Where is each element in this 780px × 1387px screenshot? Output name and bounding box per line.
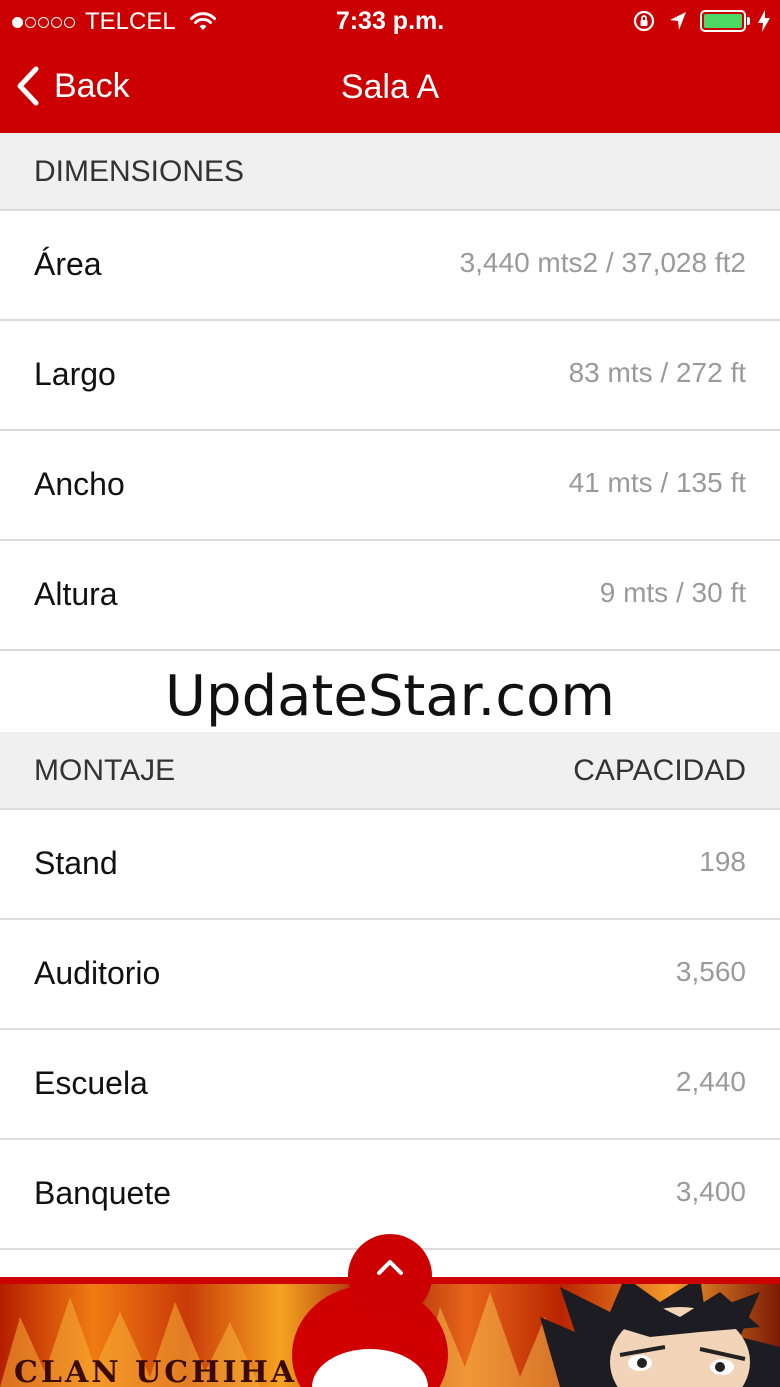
section-title: DIMENSIONES (34, 155, 245, 188)
status-bar: TELCEL 7:33 p.m. (0, 0, 780, 44)
scroll-to-top-button[interactable] (348, 1234, 432, 1318)
page-title: Sala A (340, 68, 440, 106)
section-header-dimensiones: DIMENSIONES (0, 133, 780, 211)
row-value: 3,560 (675, 956, 746, 987)
row-label: Altura (34, 576, 118, 612)
row-value: 9 mts / 30 ft (599, 577, 746, 608)
row-label: Área (34, 246, 102, 282)
row-label: Auditorio (34, 955, 161, 991)
banner-caption: CLAN UCHIHA (14, 1355, 298, 1387)
charging-icon (758, 10, 770, 32)
status-right (620, 9, 770, 33)
row-label: Largo (34, 356, 116, 392)
app-header: TELCEL 7:33 p.m. Back Sala A (0, 0, 780, 133)
row-value: 83 mts / 272 ft (568, 357, 746, 388)
row-value: 198 (699, 846, 746, 877)
row-value: 3,400 (675, 1176, 746, 1207)
list-item: Auditorio 3,560 (0, 920, 780, 1030)
section-column-title: CAPACIDAD (573, 754, 746, 787)
row-label: Banquete (34, 1175, 172, 1211)
list-item: Escuela 2,440 (0, 1030, 780, 1140)
row-value: 2,440 (675, 1066, 746, 1097)
watermark: UpdateStar.com (165, 664, 615, 729)
list-item: Ancho 41 mts / 135 ft (0, 431, 780, 541)
row-label: Escuela (34, 1065, 148, 1101)
section-header-montaje: MONTAJE CAPACIDAD (0, 732, 780, 810)
list-item: Stand 198 (0, 810, 780, 920)
battery-icon (700, 10, 750, 32)
navigation-bar: Back Sala A (0, 44, 780, 133)
list-item: Altura 9 mts / 30 ft (0, 541, 780, 651)
list-item: Largo 83 mts / 272 ft (0, 321, 780, 431)
section-title: MONTAJE (34, 754, 176, 787)
row-value: 3,440 mts2 / 37,028 ft2 (459, 247, 746, 278)
chevron-up-icon (377, 1260, 403, 1275)
row-value: 41 mts / 135 ft (568, 467, 746, 498)
row-label: Ancho (34, 466, 125, 502)
rotation-lock-icon (633, 10, 655, 32)
row-label: Stand (34, 845, 118, 881)
location-icon (670, 12, 686, 30)
list-item: Área 3,440 mts2 / 37,028 ft2 (0, 211, 780, 321)
